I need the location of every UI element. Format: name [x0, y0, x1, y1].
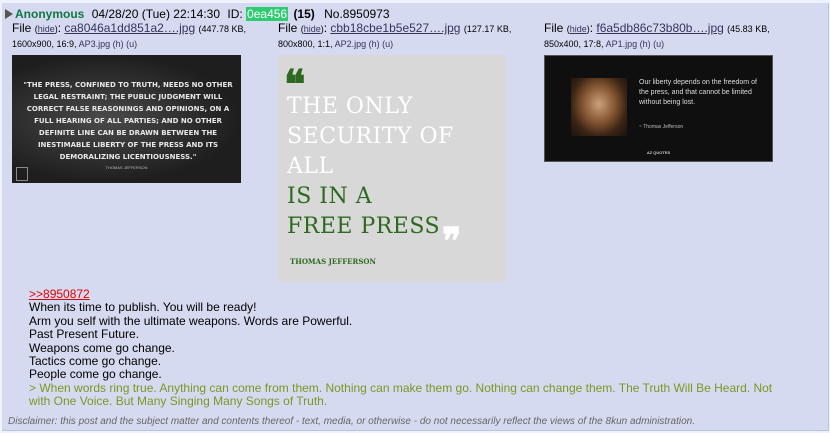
post-number-link[interactable]: No.8950973: [324, 7, 389, 21]
original-filename-link[interactable]: AP3.jpg: [79, 39, 111, 49]
thumbnail-line-3: ALL: [287, 154, 334, 179]
id-label: ID:: [227, 7, 243, 21]
post-body: >>8950872 When its time to publish. You …: [29, 287, 789, 409]
thumbnail-quote-text: "THE PRESS, CONFINED TO TRUTH, NEEDS NO …: [23, 81, 233, 161]
body-line-5: Tactics come go change.: [29, 354, 162, 369]
body-line-3: Past Present Future.: [29, 327, 140, 342]
image-thumbnail-1[interactable]: "THE PRESS, CONFINED TO TRUTH, NEEDS NO …: [12, 55, 241, 183]
thumbnail-attribution: THOMAS JEFFERSON: [105, 165, 148, 170]
thumbnail-line-5: FREE PRESS: [287, 214, 441, 239]
image-thumbnail-2[interactable]: ❝ THE ONLY SECURITY OF ALL IS IN A FREE …: [278, 55, 506, 282]
disclaimer: Disclaimer: this post and the subject ma…: [8, 416, 695, 427]
thumbnail-line-2: SECURITY OF: [287, 124, 454, 149]
body-line-1: When its time to publish. You will be re…: [29, 300, 257, 315]
reply-count: (15): [293, 7, 315, 21]
poster-name: Anonymous: [15, 7, 85, 21]
post-container: Anonymous 04/28/20 (Tue) 22:14:30 ID: 0e…: [2, 3, 829, 431]
file-1: File (hide): ca8046a1dd851a2….jpg (447.7…: [12, 21, 246, 52]
file-meta: 850x400, 17:8, AP1.jpg (h) (u): [544, 39, 665, 49]
body-line-4: Weapons come go change.: [29, 340, 175, 355]
thumbnail-attribution: THOMAS JEFFERSON: [290, 257, 376, 266]
thumbnail-brand: AZ QUOTES: [646, 150, 671, 155]
body-line-6: People come go change.: [29, 367, 162, 382]
close-quote-icon: ❞: [442, 220, 462, 262]
reply-quote-link[interactable]: >>8950872: [29, 287, 90, 301]
original-filename-link[interactable]: AP1.jpg: [606, 39, 638, 49]
collapse-triangle-icon[interactable]: [5, 9, 13, 19]
file-3: File (hide): f6a5db86c73b80b….jpg (45.83…: [544, 21, 770, 52]
hash-link[interactable]: (h): [640, 39, 651, 49]
unhash-link[interactable]: (u): [126, 39, 137, 49]
greentext: > When words ring true. Anything can com…: [29, 380, 773, 409]
file-meta: 1600x900, 16:9, AP3.jpg (h) (u): [12, 39, 138, 49]
hide-link[interactable]: hide: [304, 24, 321, 34]
post-header: Anonymous 04/28/20 (Tue) 22:14:30 ID: 0e…: [5, 6, 390, 22]
thumbnail-line-4: IS IN A: [287, 184, 373, 209]
hide-link[interactable]: hide: [570, 24, 587, 34]
logo-icon: [16, 167, 28, 181]
thumbnail-quote-text: Our liberty depends on the freedom of th…: [639, 79, 757, 106]
thumbnail-attribution: ~ Thomas Jefferson: [639, 124, 684, 130]
post-date: 04/28/20 (Tue) 22:14:30: [91, 7, 221, 21]
file-name-link[interactable]: ca8046a1dd851a2….jpg: [64, 21, 195, 35]
body-line-2: Arm you self with the ultimate weapons. …: [29, 313, 353, 328]
original-filename-link[interactable]: AP2.jpg: [335, 39, 367, 49]
poster-id[interactable]: 0ea456: [246, 7, 289, 21]
hash-link[interactable]: (h): [369, 39, 380, 49]
thumbnail-line-1: THE ONLY: [287, 94, 413, 119]
file-name-link[interactable]: cbb18cbe1b5e527….jpg: [330, 21, 460, 35]
unhash-link[interactable]: (u): [382, 39, 393, 49]
hide-link[interactable]: hide: [38, 24, 55, 34]
file-2: File (hide): cbb18cbe1b5e527….jpg (127.1…: [278, 21, 511, 52]
portrait-image: [571, 78, 627, 136]
hash-link[interactable]: (h): [113, 39, 124, 49]
file-info: File (hide): cbb18cbe1b5e527….jpg (127.1…: [278, 21, 512, 35]
file-info: File (hide): ca8046a1dd851a2….jpg (447.7…: [12, 21, 247, 35]
file-name-link[interactable]: f6a5db86c73b80b….jpg: [596, 21, 723, 35]
file-info: File (hide): f6a5db86c73b80b….jpg (45.83…: [544, 21, 770, 35]
file-meta: 800x800, 1:1, AP2.jpg (h) (u): [278, 39, 394, 49]
image-thumbnail-3[interactable]: Our liberty depends on the freedom of th…: [544, 55, 773, 162]
unhash-link[interactable]: (u): [653, 39, 664, 49]
